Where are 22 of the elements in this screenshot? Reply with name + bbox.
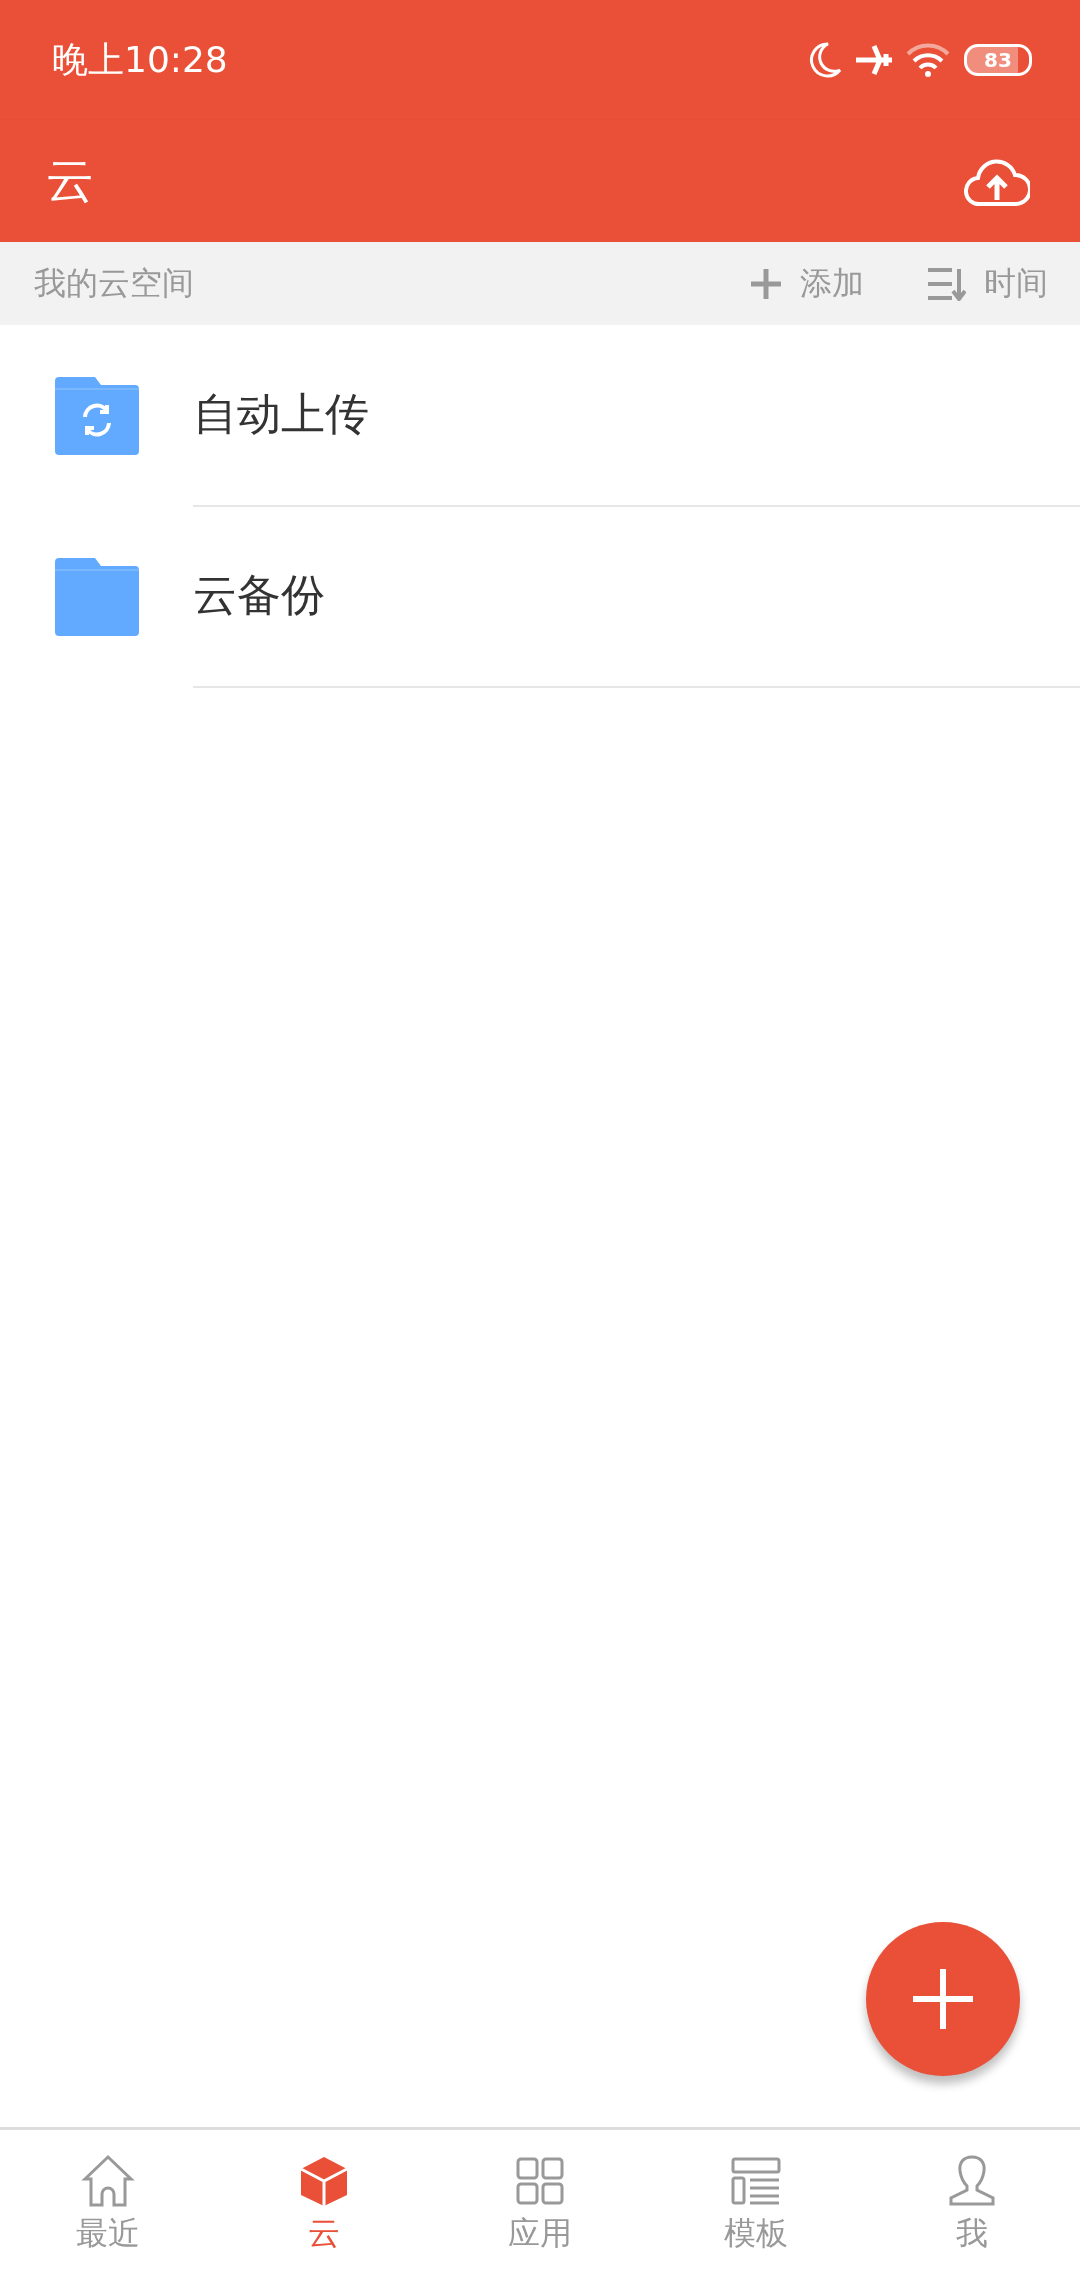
battery-level: 83 bbox=[964, 44, 1032, 76]
nav-tab[interactable]: 最近 bbox=[0, 2130, 216, 2280]
sort-icon bbox=[928, 266, 966, 301]
nav-tab[interactable]: 应用 bbox=[432, 2130, 648, 2280]
sort-button[interactable]: 时间 bbox=[928, 261, 1048, 306]
moon-icon bbox=[808, 42, 842, 78]
folder-name[interactable]: 云备份 bbox=[193, 566, 325, 625]
nav-tab[interactable]: 我 bbox=[864, 2130, 1080, 2280]
status-time: 晚上10:28 bbox=[52, 37, 228, 82]
airplane-icon bbox=[856, 44, 892, 76]
plus-icon bbox=[750, 267, 782, 300]
nav-tab[interactable]: 云 bbox=[216, 2130, 432, 2280]
folder-name[interactable]: 自动上传 bbox=[193, 385, 369, 444]
app-title: 云 bbox=[46, 151, 94, 210]
sync-folder-icon bbox=[54, 376, 139, 455]
folder-icon bbox=[54, 557, 139, 636]
plus-icon bbox=[913, 1969, 973, 2029]
add-button[interactable]: 添加 bbox=[750, 261, 864, 306]
section-title: 我的云空间 bbox=[34, 262, 195, 304]
wifi-icon bbox=[906, 42, 950, 78]
nav-tab[interactable]: 模板 bbox=[648, 2130, 864, 2280]
home-icon bbox=[81, 2154, 135, 2208]
